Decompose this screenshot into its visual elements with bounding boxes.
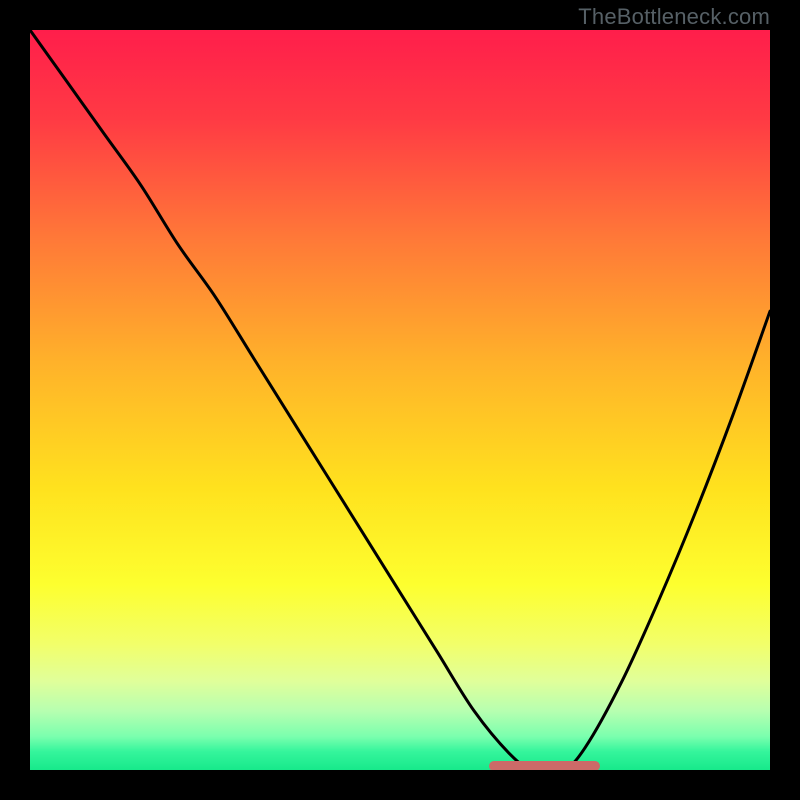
optimal-range-marker xyxy=(489,761,600,770)
watermark-text: TheBottleneck.com xyxy=(578,4,770,30)
bottleneck-curve xyxy=(30,30,770,770)
chart-frame: { "watermark": "TheBottleneck.com", "cha… xyxy=(0,0,800,800)
plot-area xyxy=(30,30,770,770)
